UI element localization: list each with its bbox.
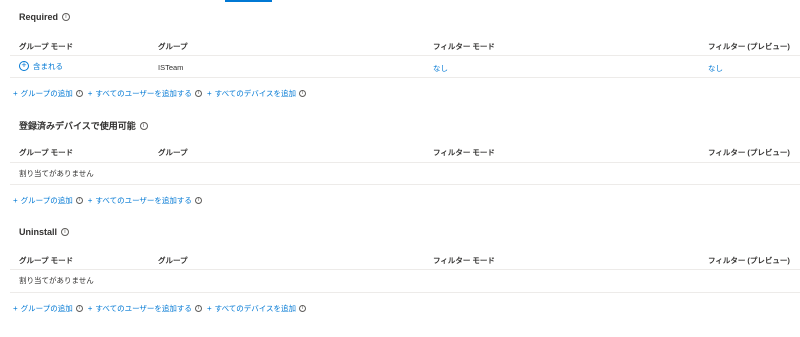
section-title-uninstall: Uninstall i [19,227,70,237]
column-header-filter-preview[interactable]: フィルター (プレビュー) [708,41,790,52]
active-tab-indicator [225,0,272,2]
column-header-group[interactable]: グループ [158,255,188,266]
add-circle-icon: + [19,60,29,71]
column-header-filter-mode[interactable]: フィルター モード [433,255,495,266]
column-header-filter-mode[interactable]: フィルター モード [433,41,495,52]
assignment-actions: + グループの追加 i + すべてのユーザーを追加する i + すべてのデバイスを追加 i [13,88,311,99]
add-all-users-link[interactable]: + すべてのユーザーを追加する i [88,195,202,206]
group-cell: ISTeam [158,63,184,72]
group-mode-cell[interactable]: + 含まれる [19,60,63,72]
info-icon[interactable]: i [75,197,83,204]
column-header-group-mode[interactable]: グループ モード [19,255,73,266]
section-title-required: Required i [19,12,71,22]
filter-mode-link[interactable]: なし [433,63,448,74]
info-icon[interactable]: i [62,13,71,21]
column-header-filter-preview[interactable]: フィルター (プレビュー) [708,147,790,158]
column-header-group-mode[interactable]: グループ モード [19,41,73,52]
info-icon[interactable]: i [194,90,202,97]
add-group-link[interactable]: + グループの追加 i [13,88,83,99]
table-row[interactable]: + 含まれる ISTeam なし なし [0,57,800,78]
empty-message: 割り当てがありません [19,276,94,285]
info-icon[interactable]: i [194,197,202,204]
assignment-actions: + グループの追加 i + すべてのユーザーを追加する i [13,195,207,206]
column-header-group-mode[interactable]: グループ モード [19,147,73,158]
column-header-row: グループ モード グループ フィルター モード フィルター (プレビュー) [0,141,800,162]
info-icon[interactable]: i [139,121,148,130]
row-separator [10,184,800,185]
info-icon[interactable]: i [75,305,83,312]
info-icon[interactable]: i [75,90,83,97]
header-separator [10,55,800,56]
column-header-group[interactable]: グループ [158,41,188,52]
add-all-users-link[interactable]: + すべてのユーザーを追加する i [88,88,202,99]
info-icon[interactable]: i [194,305,202,312]
info-icon[interactable]: i [299,305,307,312]
info-icon[interactable]: i [299,90,307,97]
empty-message: 割り当てがありません [19,169,94,178]
add-group-link[interactable]: + グループの追加 i [13,195,83,206]
add-all-users-link[interactable]: + すべてのユーザーを追加する i [88,303,202,314]
row-separator [10,77,800,78]
column-header-group[interactable]: グループ [158,147,188,158]
column-header-filter-mode[interactable]: フィルター モード [433,147,495,158]
column-header-row: グループ モード グループ フィルター モード フィルター (プレビュー) [0,249,800,270]
filter-preview-link[interactable]: なし [708,63,723,74]
empty-row: 割り当てがありません [0,162,800,183]
add-all-devices-link[interactable]: + すべてのデバイスを追加 i [207,88,307,99]
info-icon[interactable]: i [61,228,70,236]
empty-row: 割り当てがありません [0,269,800,290]
row-separator [10,292,800,293]
assignment-actions: + グループの追加 i + すべてのユーザーを追加する i + すべてのデバイスを追加 i [13,303,311,314]
section-title-available: 登録済みデバイスで使用可能 i [19,119,148,132]
add-all-devices-link[interactable]: + すべてのデバイスを追加 i [207,303,307,314]
add-group-link[interactable]: + グループの追加 i [13,303,83,314]
column-header-row: グループ モード グループ フィルター モード フィルター (プレビュー) [0,35,800,56]
column-header-filter-preview[interactable]: フィルター (プレビュー) [708,255,790,266]
